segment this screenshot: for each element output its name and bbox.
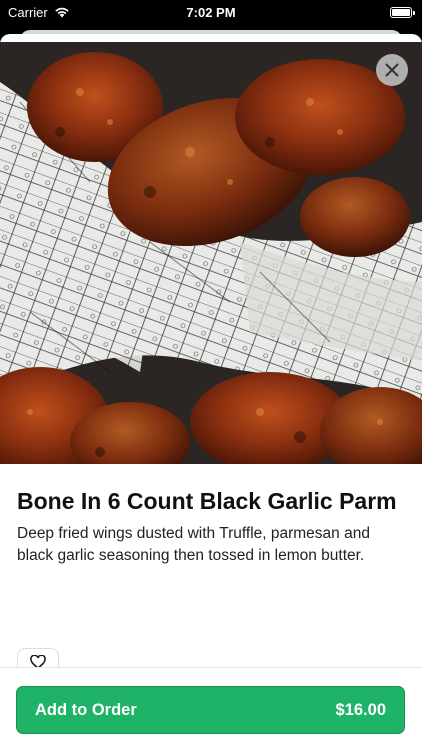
add-to-order-button[interactable]: Add to Order $16.00 xyxy=(16,686,405,734)
carrier-label: Carrier xyxy=(8,4,48,20)
item-detail-sheet: Bone In 6 Count Black Garlic Parm Deep f… xyxy=(0,34,422,750)
close-button[interactable] xyxy=(376,54,408,86)
wifi-icon xyxy=(55,7,69,18)
item-photo xyxy=(0,42,422,464)
item-title: Bone In 6 Count Black Garlic Parm xyxy=(17,488,397,514)
item-info: Bone In 6 Count Black Garlic Parm Deep f… xyxy=(17,486,405,567)
status-bar: Carrier 7:02 PM xyxy=(0,0,422,24)
close-icon xyxy=(385,63,399,77)
item-price: $16.00 xyxy=(335,700,386,719)
status-left: Carrier xyxy=(8,5,70,20)
item-description: Deep fried wings dusted with Truffle, pa… xyxy=(17,525,370,564)
order-footer: Add to Order $16.00 xyxy=(0,667,422,750)
wings-image xyxy=(0,42,422,464)
battery-icon xyxy=(390,6,415,18)
add-to-order-label: Add to Order xyxy=(35,700,137,719)
